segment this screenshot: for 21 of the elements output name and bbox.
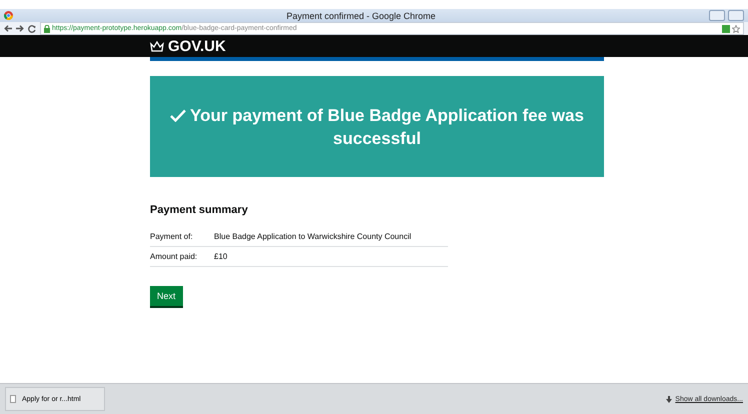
next-button[interactable]: Next bbox=[150, 286, 183, 306]
star-icon[interactable] bbox=[732, 24, 740, 32]
lock-icon bbox=[44, 24, 50, 32]
gov-uk-logo[interactable]: GOV.UK bbox=[168, 38, 226, 54]
forward-icon[interactable] bbox=[16, 25, 24, 32]
check-icon bbox=[170, 108, 186, 122]
browser-logo-icon bbox=[4, 11, 13, 20]
restore-button[interactable] bbox=[728, 10, 744, 21]
back-icon[interactable] bbox=[4, 25, 12, 32]
file-icon bbox=[10, 395, 16, 403]
summary-heading: Payment summary bbox=[150, 204, 249, 216]
window-title: Payment confirmed - Google Chrome bbox=[285, 10, 437, 20]
row-value: Blue Badge Application to Warwickshire County Council bbox=[214, 232, 412, 241]
row-label: Amount paid: bbox=[150, 252, 198, 261]
row-label: Payment of: bbox=[150, 232, 194, 241]
crown-icon bbox=[150, 40, 164, 52]
row-value: £10 bbox=[214, 252, 228, 261]
confirmation-message: Your payment of Blue Badge Application fee was successful bbox=[157, 104, 597, 150]
minimize-button[interactable] bbox=[709, 10, 725, 21]
download-icon bbox=[666, 396, 672, 402]
reload-icon[interactable] bbox=[28, 24, 36, 32]
